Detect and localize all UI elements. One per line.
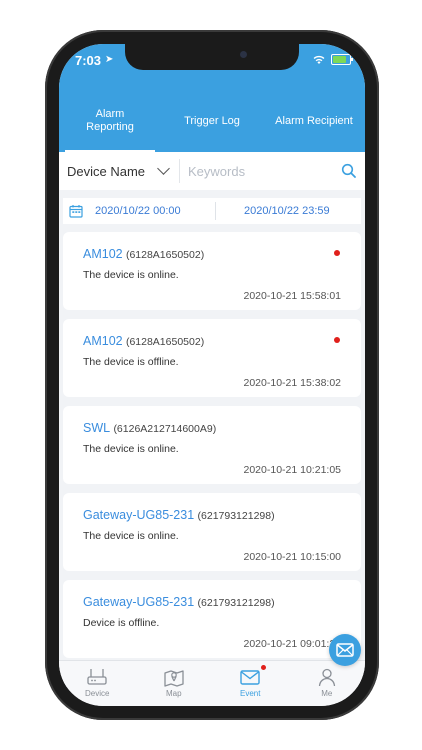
status-icons [313,54,353,65]
app-screen: 7:03 ➤ Alarm Reporting Trigger Log Alarm… [59,44,365,706]
event-time: 2020-10-21 10:21:05 [243,464,342,476]
mail-icon [240,670,260,685]
end-date[interactable]: 2020/10/22 23:59 [244,205,330,217]
nav-me[interactable]: Me [289,661,366,706]
device-name-select[interactable]: Device Name [59,159,180,183]
search-icon[interactable] [341,163,357,179]
location-arrow-icon: ➤ [105,54,114,65]
unread-dot [334,337,340,343]
date-separator [215,202,216,220]
envelope-icon [336,643,354,657]
event-device-name: AM102 [83,334,123,348]
event-message: The device is online. [83,443,179,455]
tab-bar: Alarm Reporting Trigger Log Alarm Recipi… [59,90,365,152]
tab-trigger-log[interactable]: Trigger Log [161,90,263,152]
notch [125,44,299,70]
event-title: Gateway-UG85-231 (621793121298) [83,508,275,522]
map-icon [164,670,184,687]
event-device-name: Gateway-UG85-231 [83,595,195,609]
calendar-icon [69,205,83,218]
notification-badge [261,665,267,670]
event-card[interactable]: Gateway-UG85-231 (621793121298) The devi… [63,493,361,571]
event-device-name: AM102 [83,247,123,261]
message-fab-button[interactable] [329,634,361,666]
event-title: SWL (6126A212714600A9) [83,421,216,435]
event-message: The device is online. [83,269,179,281]
keyword-input[interactable]: Keywords [180,164,341,179]
camera-icon [240,51,247,58]
unread-dot [334,250,340,256]
event-time: 2020-10-21 09:01:29 [243,638,342,650]
date-range[interactable]: 2020/10/22 00:00 2020/10/22 23:59 [63,198,361,224]
event-card[interactable]: AM102 (6128A1650502) The device is onlin… [63,232,361,310]
chevron-down-icon [157,162,170,175]
nav-map[interactable]: Map [136,661,213,706]
wifi-icon [313,55,325,64]
event-device-id: (6128A1650502) [125,336,205,348]
tab-alarm-recipient[interactable]: Alarm Recipient [263,90,365,152]
event-card[interactable]: AM102 (6128A1650502) The device is offli… [63,319,361,397]
bottom-nav: Device Map Event Me [59,660,365,706]
event-title: Gateway-UG85-231 (621793121298) [83,595,275,609]
battery-icon [331,54,353,65]
router-icon [87,669,107,685]
device-select-label: Device Name [67,163,146,179]
nav-event[interactable]: Event [212,661,289,706]
nav-label: Event [240,689,261,698]
filter-bar: Device Name Keywords [59,152,365,190]
person-icon [318,668,335,687]
tab-label: Alarm Reporting [86,108,134,133]
event-message: Device is offline. [83,617,160,629]
event-time: 2020-10-21 15:58:01 [243,290,342,302]
tab-label: Alarm Recipient [275,114,353,127]
event-device-name: Gateway-UG85-231 [83,508,195,522]
tab-alarm-reporting[interactable]: Alarm Reporting [59,90,161,152]
event-card[interactable]: SWL (6126A212714600A9) The device is onl… [63,406,361,484]
status-time: 7:03 [75,53,102,68]
event-time: 2020-10-21 10:15:00 [243,551,342,563]
start-date[interactable]: 2020/10/22 00:00 [95,205,215,217]
nav-label: Map [165,689,182,698]
nav-label: Me [321,689,333,698]
event-time: 2020-10-21 15:38:02 [243,377,342,389]
event-device-id: (6126A212714600A9) [113,423,217,435]
event-device-id: (621793121298) [197,597,275,609]
nav-device[interactable]: Device [59,661,136,706]
event-title: AM102 (6128A1650502) [83,334,204,348]
event-device-id: (6128A1650502) [125,249,205,261]
phone-frame: 7:03 ➤ Alarm Reporting Trigger Log Alarm… [45,30,379,720]
tab-label: Trigger Log [184,114,240,127]
nav-label: Device [85,689,110,698]
event-title: AM102 (6128A1650502) [83,247,204,261]
event-message: The device is online. [83,530,179,542]
event-device-id: (621793121298) [197,510,275,522]
event-device-name: SWL [83,421,111,435]
event-card[interactable]: Gateway-UG85-231 (621793121298) Device i… [63,580,361,658]
event-message: The device is offline. [83,356,179,368]
